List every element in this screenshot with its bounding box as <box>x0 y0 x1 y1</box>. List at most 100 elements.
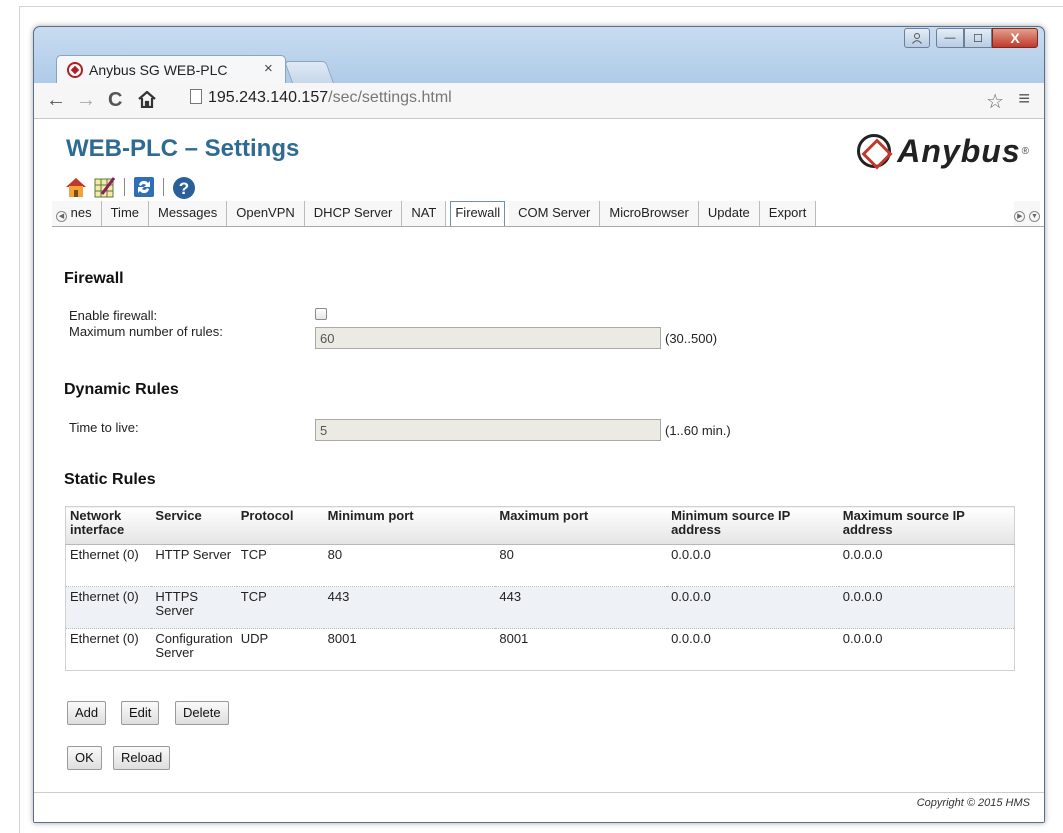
table-cell: 8001 <box>323 628 496 671</box>
url-host: 195.243.140.157 <box>208 89 329 106</box>
tabs-scroll-controls: ▶ ▼ <box>1014 201 1040 226</box>
ttl-label: Time to live: <box>69 420 139 435</box>
tab-microbrowser[interactable]: MicroBrowser <box>600 201 699 226</box>
address-bar[interactable]: 195.243.140.157/sec/settings.html <box>190 89 950 113</box>
tab-time[interactable]: Time <box>101 201 149 226</box>
toolbar-separator <box>163 178 164 196</box>
close-window-button[interactable]: X <box>992 28 1038 48</box>
table-row[interactable]: Ethernet (0) HTTP Server TCP 80 80 0.0.0… <box>65 544 1015 587</box>
url-path: /sec/settings.html <box>328 89 452 106</box>
tabs-menu-icon[interactable]: ▼ <box>1029 211 1040 222</box>
logo-text: Anybus <box>897 132 1021 169</box>
tabs-strip: ◀ nes Time Messages OpenVPN DHCP Server … <box>52 201 817 226</box>
scroll-right-icon[interactable]: ▶ <box>1014 211 1026 222</box>
anybus-logo-icon <box>857 134 892 168</box>
toolbar-separator <box>124 178 125 196</box>
table-cell: 443 <box>323 586 496 629</box>
table-cell: 0.0.0.0 <box>667 628 839 671</box>
enable-firewall-checkbox[interactable] <box>315 308 327 320</box>
grid-edit-icon[interactable] <box>94 176 116 198</box>
column-header[interactable]: Service <box>151 506 237 545</box>
ttl-field[interactable]: 5 <box>315 419 661 441</box>
user-profile-icon[interactable] <box>904 28 930 48</box>
page-content: WEB-PLC – Settings Anybus ® ? ◀ nes Time… <box>34 119 1044 822</box>
bookmark-star-icon[interactable]: ☆ <box>986 89 1004 114</box>
table-cell: 0.0.0.0 <box>838 628 1015 671</box>
title-bar: Anybus SG WEB-PLC × — ☐ X <box>34 27 1044 83</box>
table-cell: Ethernet (0) <box>65 544 152 587</box>
table-row[interactable]: Ethernet (0) HTTPS Server TCP 443 443 0.… <box>65 586 1015 629</box>
table-cell: 80 <box>323 544 496 587</box>
app-icon-bar: ? <box>64 175 202 199</box>
table-cell: 0.0.0.0 <box>667 586 839 629</box>
ok-button[interactable]: OK <box>67 746 102 770</box>
table-cell: TCP <box>236 544 324 587</box>
page-icon <box>190 89 202 104</box>
reload-icon[interactable]: C <box>108 89 122 112</box>
table-cell: 8001 <box>495 628 668 671</box>
table-cell: Ethernet (0) <box>65 586 152 629</box>
column-header[interactable]: Minimum port <box>323 506 496 545</box>
svg-text:?: ? <box>179 179 189 198</box>
table-header-row: Network interface Service Protocol Minim… <box>65 506 1015 545</box>
column-header[interactable]: Minimum source IP address <box>667 506 839 545</box>
refresh-icon[interactable] <box>133 176 155 198</box>
tab-nes-label: nes <box>70 205 92 220</box>
max-rules-field[interactable]: 60 <box>315 327 661 349</box>
column-header[interactable]: Network interface <box>65 506 152 545</box>
home-icon[interactable] <box>138 90 156 114</box>
reload-button[interactable]: Reload <box>113 746 171 770</box>
tab-close-icon[interactable]: × <box>264 60 273 77</box>
table-cell: HTTP Server <box>151 544 237 587</box>
table-cell: 0.0.0.0 <box>838 586 1015 629</box>
delete-button[interactable]: Delete <box>175 701 229 725</box>
tab-firewall[interactable]: Firewall <box>450 201 506 226</box>
max-rules-range: (30..500) <box>665 331 718 346</box>
browser-window: Anybus SG WEB-PLC × — ☐ X ← → C 195.243.… <box>33 26 1045 823</box>
browser-toolbar: ← → C 195.243.140.157/sec/settings.html … <box>34 83 1044 119</box>
browser-tab[interactable]: Anybus SG WEB-PLC × <box>56 55 286 83</box>
edit-button[interactable]: Edit <box>121 701 160 725</box>
static-rules-table: Network interface Service Protocol Minim… <box>65 506 1015 671</box>
tab-messages[interactable]: Messages <box>149 201 228 226</box>
back-arrow-icon[interactable]: ← <box>46 89 66 112</box>
new-tab-button[interactable] <box>283 61 335 83</box>
tab-com-server[interactable]: COM Server <box>509 201 601 226</box>
maximize-button[interactable]: ☐ <box>964 28 992 48</box>
firewall-heading: Firewall <box>64 270 124 287</box>
tab-update[interactable]: Update <box>698 201 760 226</box>
footer-divider <box>34 792 1044 793</box>
scroll-left-icon[interactable]: ◀ <box>56 211 67 222</box>
column-header[interactable]: Protocol <box>236 506 324 545</box>
tab-export[interactable]: Export <box>759 201 817 226</box>
dynamic-rules-heading: Dynamic Rules <box>64 381 179 398</box>
table-cell: 80 <box>495 544 668 587</box>
table-cell: TCP <box>236 586 324 629</box>
anybus-logo: Anybus ® <box>857 133 1029 169</box>
column-header[interactable]: Maximum source IP address <box>838 506 1015 545</box>
help-icon[interactable]: ? <box>172 176 195 199</box>
tab-dhcp-server[interactable]: DHCP Server <box>304 201 403 226</box>
menu-icon[interactable]: ≡ <box>1018 88 1030 111</box>
add-button[interactable]: Add <box>67 701 107 725</box>
enable-firewall-label: Enable firewall: <box>69 308 158 323</box>
page-title: WEB-PLC – Settings <box>66 135 300 162</box>
static-rules-heading: Static Rules <box>64 471 156 488</box>
forward-arrow-icon[interactable]: → <box>76 89 96 112</box>
tab-title: Anybus SG WEB-PLC <box>89 62 228 78</box>
table-cell: Configuration Server <box>151 628 237 671</box>
home-icon[interactable] <box>64 176 86 198</box>
column-header[interactable]: Maximum port <box>495 506 668 545</box>
ttl-range: (1..60 min.) <box>665 423 731 438</box>
table-cell: Ethernet (0) <box>65 628 152 671</box>
table-cell: HTTPS Server <box>151 586 237 629</box>
tab-openvpn[interactable]: OpenVPN <box>227 201 305 226</box>
window-controls: — ☐ X <box>904 28 1038 48</box>
minimize-button[interactable]: — <box>936 28 964 48</box>
tab-scroll-left[interactable]: ◀ nes <box>52 201 102 226</box>
tab-nat[interactable]: NAT <box>402 201 447 226</box>
table-cell: UDP <box>236 628 324 671</box>
settings-tabs: ◀ nes Time Messages OpenVPN DHCP Server … <box>52 201 1044 227</box>
copyright: Copyright © 2015 HMS <box>916 797 1030 809</box>
table-row[interactable]: Ethernet (0) Configuration Server UDP 80… <box>65 628 1015 671</box>
